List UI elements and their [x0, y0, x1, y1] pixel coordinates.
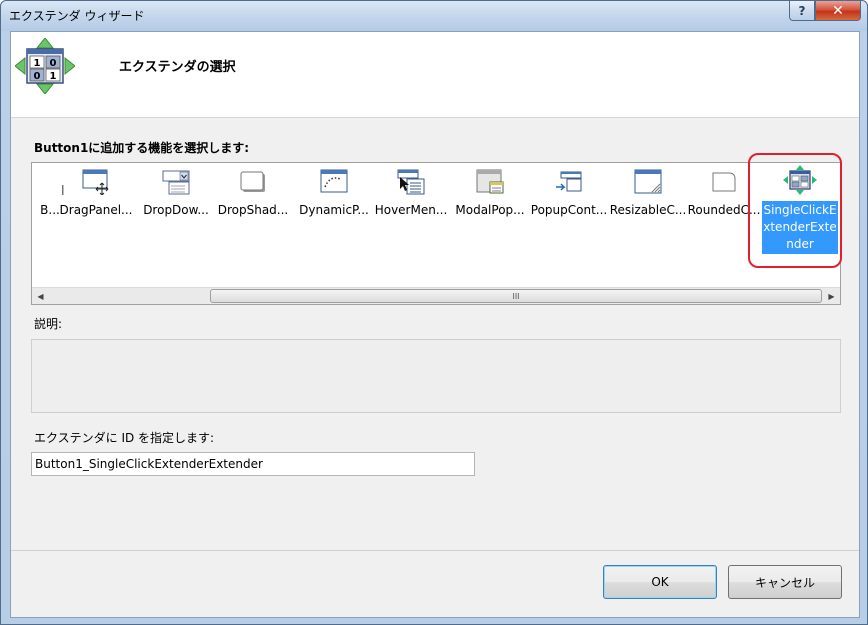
list-item-label: ModalPop... — [455, 203, 525, 217]
resizable-control-icon — [634, 169, 662, 194]
extender-id-input[interactable]: Button1_SingleClickExtenderExtender — [31, 452, 475, 476]
list-item-label: HoverMen... — [374, 203, 448, 217]
hover-menu-icon — [397, 169, 425, 195]
extender-list-label: Button1に追加する機能を選択します: — [34, 141, 250, 155]
list-item-label: PopupCont... — [530, 203, 608, 217]
title-bar[interactable]: エクステンダ ウィザード ? ✕ — [1, 1, 867, 31]
drag-panel-icon — [82, 169, 109, 195]
dropdown-icon — [162, 170, 190, 195]
list-item[interactable]: DropDow... — [136, 163, 216, 273]
list-item[interactable]: ModalPop... — [450, 163, 530, 273]
scroll-thumb[interactable]: III — [210, 289, 822, 303]
list-item[interactable]: HoverMen... — [371, 163, 451, 273]
svg-text:1: 1 — [34, 58, 41, 69]
list-item[interactable]: ResizableC... — [608, 163, 688, 273]
popup-control-icon — [556, 171, 582, 192]
list-item[interactable]: DragPanel... — [56, 163, 136, 273]
wizard-window: エクステンダ ウィザード ? ✕ 1 0 0 1 エクステンダの選択 Butto… — [0, 0, 868, 625]
page-title: エクステンダの選択 — [119, 60, 236, 75]
cancel-button[interactable]: キャンセル — [728, 565, 842, 599]
list-item[interactable]: DynamicP... — [294, 163, 374, 273]
selection-highlight-annotation — [748, 153, 842, 268]
scroll-right-icon[interactable]: ▶ — [823, 288, 840, 304]
list-item-label: DragPanel... — [59, 203, 133, 217]
svg-text:0: 0 — [34, 71, 41, 82]
ok-button[interactable]: OK — [603, 565, 717, 599]
close-button[interactable]: ✕ — [815, 1, 861, 21]
rounded-corners-icon — [712, 172, 736, 192]
window-title: エクステンダ ウィザード — [9, 9, 145, 23]
drop-shadow-icon — [240, 171, 265, 192]
wizard-binary-icon: 1 0 0 1 — [15, 38, 75, 94]
list-item-label: DropShad... — [217, 203, 289, 217]
extender-list[interactable]: B... DragPanel... DropDow... DropShad...… — [31, 162, 841, 305]
list-item-label: ResizableC... — [609, 203, 687, 217]
horizontal-scrollbar[interactable]: ◀ III ▶ — [32, 287, 840, 304]
id-label: エクステンダに ID を指定します: — [34, 431, 215, 445]
list-item-label: DynamicP... — [299, 203, 369, 217]
dialog-client: 1 0 0 1 エクステンダの選択 Button1に追加する機能を選択します: … — [10, 31, 860, 618]
scroll-left-icon[interactable]: ◀ — [32, 288, 49, 304]
svg-text:0: 0 — [50, 58, 57, 69]
footer-divider — [11, 550, 859, 551]
wizard-header: 1 0 0 1 エクステンダの選択 — [11, 32, 859, 118]
help-button[interactable]: ? — [789, 1, 815, 21]
description-box — [31, 339, 841, 413]
description-label: 説明: — [34, 317, 63, 331]
svg-text:1: 1 — [50, 71, 57, 82]
dynamic-populate-icon — [320, 169, 348, 193]
list-item[interactable]: PopupCont... — [529, 163, 609, 273]
modal-popup-icon — [476, 169, 504, 194]
list-item-label: DropDow... — [143, 203, 209, 217]
list-item[interactable]: DropShad... — [213, 163, 293, 273]
